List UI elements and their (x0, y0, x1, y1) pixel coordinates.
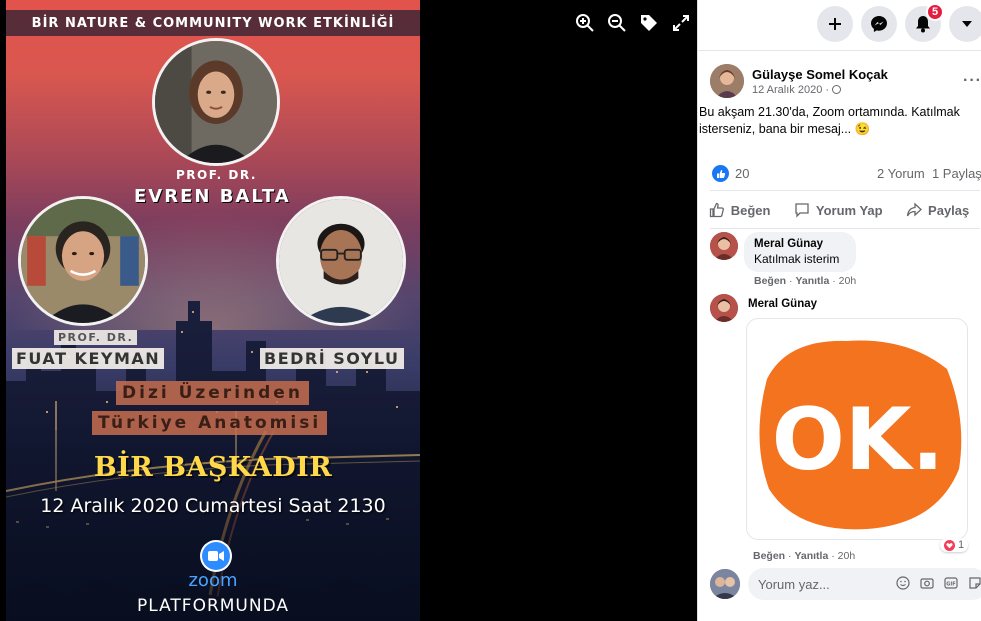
speaker2-title: PROF. DR. (54, 330, 138, 345)
comment-button-label: Yorum Yap (815, 202, 883, 218)
post-meta: 12 Aralık 2020 · (752, 84, 888, 96)
photo-viewer: BİR NATURE & COMMUNITY WORK ETKİNLİĞİ PR… (0, 0, 697, 621)
speaker-photo-evren-balta (152, 38, 280, 166)
author-avatar[interactable] (710, 64, 744, 98)
share-button[interactable]: Paylaş (906, 202, 969, 218)
messenger-icon (871, 16, 887, 32)
account-menu-button[interactable] (949, 6, 981, 42)
notification-count-badge: 5 (926, 3, 944, 21)
speaker1-title: PROF. DR. (176, 168, 257, 182)
speaker1-name: EVREN BALTA (134, 186, 291, 207)
commenter-name[interactable]: Meral Günay (754, 238, 846, 250)
comment-input-placeholder: Yorum yaz... (758, 576, 830, 592)
comment-item: Meral Günay Katılmak isterim Beğen · Yan… (710, 232, 857, 287)
notifications-button[interactable]: 5 (905, 3, 944, 42)
share-count-link[interactable]: 1 Paylaşım (932, 166, 981, 181)
comment-time[interactable]: 20h (838, 550, 856, 562)
comment-like-link[interactable]: Beğen (753, 550, 785, 562)
create-button[interactable] (817, 6, 853, 42)
speaker3-name: BEDRİ SOYLU (260, 348, 404, 369)
comment-like-link[interactable]: Beğen (754, 275, 786, 287)
comment-reaction-count: 1 (958, 539, 965, 551)
zoom-logo-icon (200, 540, 232, 572)
comment-reaction-badge[interactable]: 1 (940, 538, 969, 552)
comment-text: Katılmak isterim (754, 252, 840, 266)
comment-count-link[interactable]: 2 Yorum (877, 166, 925, 181)
comment-bubble: Meral Günay Katılmak isterim (744, 232, 857, 272)
post-body: Bu akşam 21.30'da, Zoom ortamında. Katıl… (699, 105, 960, 136)
poster-subtitle-line2: Türkiye Anatomisi (92, 411, 328, 435)
event-poster-image: BİR NATURE & COMMUNITY WORK ETKİNLİĞİ PR… (6, 0, 420, 621)
poster-platform-label: PLATFORMUNDA (136, 596, 290, 616)
like-button-label: Beğen (730, 202, 771, 218)
speaker2-name: FUAT KEYMAN (12, 348, 165, 369)
fullscreen-icon[interactable] (670, 12, 692, 34)
comment-actions: Beğen · Yanıtla · 20h (754, 275, 857, 287)
comment-button[interactable]: Yorum Yap (794, 202, 883, 218)
zoom-out-icon[interactable] (606, 12, 628, 34)
share-arrow-icon (906, 202, 923, 217)
top-action-bar: 5 (817, 3, 981, 42)
poster-main-title: BİR BAŞKADIR (93, 452, 333, 483)
comment-actions: Beğen · Yanıtla · 20h (753, 550, 856, 562)
composer-toolbar: GIF (896, 576, 981, 590)
comment-time[interactable]: 20h (839, 275, 857, 287)
post-author-name[interactable]: Gülayşe Somel Koçak (752, 67, 888, 82)
poster-subtitle-line1: Dizi Üzerinden (116, 381, 309, 405)
comment-composer: Yorum yaz... GIF (710, 568, 981, 600)
thumbs-up-icon (709, 202, 724, 218)
emoji-icon[interactable] (896, 576, 910, 590)
comment-reply-link[interactable]: Yanıtla (795, 275, 829, 287)
reaction-summary[interactable]: 20 (712, 165, 749, 182)
tag-icon[interactable] (638, 12, 660, 34)
poster-date: 12 Aralık 2020 Cumartesi Saat 2130 (40, 495, 386, 517)
plus-icon (829, 18, 841, 30)
chevron-down-icon (962, 21, 972, 27)
ok-sticker[interactable]: OK. (746, 318, 968, 540)
comment-bubble-icon (795, 203, 809, 218)
current-user-avatar[interactable] (710, 569, 740, 599)
svg-text:GIF: GIF (946, 582, 955, 588)
sticker-icon[interactable] (968, 576, 981, 590)
like-reaction-icon (712, 165, 729, 182)
globe-icon (832, 84, 842, 94)
commenter-name[interactable]: Meral Günay (748, 298, 817, 310)
share-button-label: Paylaş (928, 202, 970, 218)
comment-reply-link[interactable]: Yanıtla (794, 550, 828, 562)
comment-input[interactable]: Yorum yaz... GIF (748, 568, 981, 600)
zoom-wordmark: zoom (188, 570, 238, 591)
camera-icon[interactable] (920, 576, 934, 590)
gif-icon[interactable]: GIF (944, 576, 958, 590)
engagement-counts: 2 Yorum 1 Paylaşım (877, 166, 981, 181)
sticker-text: OK. (772, 390, 944, 490)
post-date[interactable]: 12 Aralık 2020 · (752, 84, 832, 96)
speaker-photo-fuat-keyman (18, 196, 148, 326)
like-count: 20 (735, 166, 750, 181)
commenter-avatar[interactable] (710, 232, 738, 260)
like-button[interactable]: Beğen (709, 202, 771, 218)
messenger-button[interactable] (861, 6, 897, 42)
post-action-row: Beğen Yorum Yap Paylaş (697, 193, 981, 227)
heart-icon (944, 539, 955, 551)
zoom-in-icon[interactable] (574, 12, 596, 34)
poster-banner: BİR NATURE & COMMUNITY WORK ETKİNLİĞİ (6, 10, 420, 36)
viewer-toolbar (574, 12, 692, 34)
commenter-avatar[interactable] (710, 294, 738, 322)
post-options-button[interactable]: ··· (963, 72, 981, 90)
post-header: Gülayşe Somel Koçak 12 Aralık 2020 · (710, 64, 888, 98)
speaker-photo-bedri-soylu (276, 196, 406, 326)
